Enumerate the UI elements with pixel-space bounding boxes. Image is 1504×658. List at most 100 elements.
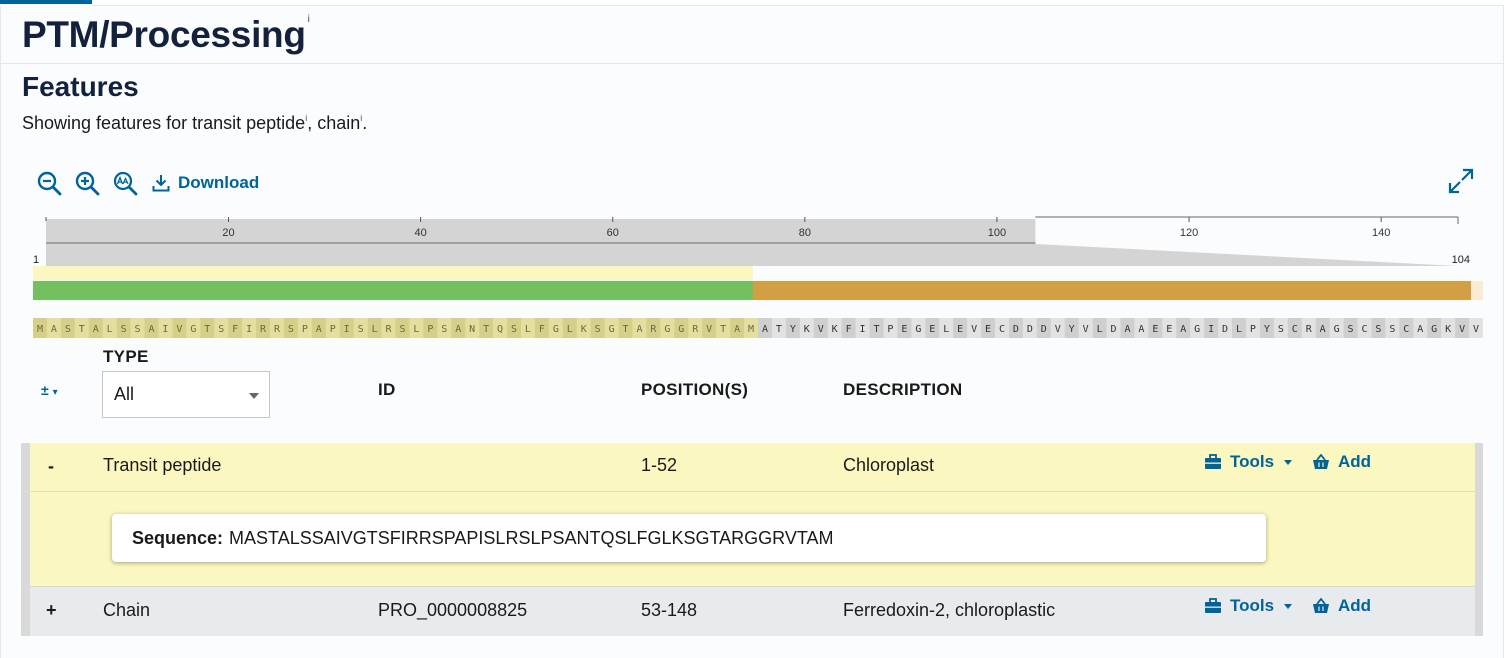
features-summary: Showing features for transit peptidei, c… [22, 113, 367, 134]
residue-letter: A [1320, 324, 1326, 335]
residue-letter: V [1083, 324, 1089, 335]
font-size-icon[interactable] [112, 170, 138, 196]
basket-icon [1313, 598, 1329, 613]
info-icon[interactable]: i [308, 14, 310, 25]
residue-letter: V [971, 324, 977, 335]
residue-letter: A [1124, 324, 1130, 335]
residue-letter: L [525, 324, 531, 335]
residue-letter: V [1473, 324, 1479, 335]
sequence-label: Sequence: [132, 527, 224, 548]
navigator-tick-label: 140 [1372, 227, 1390, 239]
residue-letter: A [636, 324, 642, 335]
residue-letter: C [1292, 324, 1298, 335]
section-title: PTM/Processing i [22, 14, 310, 56]
fullscreen-icon[interactable] [1448, 168, 1474, 194]
tools-dropdown[interactable]: Tools [1204, 596, 1293, 616]
residue-letter: V [818, 324, 824, 335]
residue-letter: A [762, 324, 768, 335]
table-row[interactable]: - Transit peptide 1-52 Chloroplast Tools… [21, 443, 1483, 491]
residue-letter: L [567, 324, 573, 335]
summary-suffix: . [362, 113, 368, 133]
add-to-basket-button[interactable]: Add [1312, 596, 1371, 616]
type-filter-select[interactable]: All [102, 371, 270, 418]
residue-letter: V [1459, 324, 1465, 335]
residue-letter: A [316, 324, 322, 335]
residue-letter: P [302, 324, 308, 335]
residue-letter: A [1180, 324, 1186, 335]
table-row[interactable]: + Chain PRO_0000008825 53-148 Ferredoxin… [21, 586, 1483, 636]
residue-letter: I [344, 324, 350, 335]
residue-letter: G [1194, 324, 1200, 335]
download-label: Download [178, 173, 260, 192]
download-icon [152, 175, 170, 192]
features-title: Features [22, 71, 139, 102]
summary-transit-peptide: transit peptide [192, 113, 306, 133]
row-expanded-details: Sequence: MASTALSSAIVGTSFIRRSPAPISLRSLPS… [21, 491, 1483, 586]
row-type: Transit peptide [103, 455, 222, 475]
residue-letter: Q [497, 324, 503, 335]
residue-letter: K [832, 324, 838, 335]
chain-track[interactable] [753, 281, 1471, 300]
residue-letter: T [873, 324, 879, 335]
toolbox-icon [1205, 454, 1221, 469]
residue-letter: I [246, 324, 252, 335]
residue-letter: T [720, 324, 726, 335]
zoom-out-icon[interactable] [36, 170, 62, 196]
residue-letter: V [706, 324, 712, 335]
residue-letter: Y [790, 324, 796, 335]
sequence-residues: MASTALSSAIVGTSFIRRSPAPISLRSLPSANTQSLFGLK… [33, 318, 1483, 338]
download-button[interactable]: Download [152, 173, 259, 193]
residue-letter: R [274, 324, 281, 335]
residue-letter: E [929, 324, 935, 335]
residue-letter: S [511, 324, 517, 335]
residue-letter: P [887, 324, 893, 335]
residue-letter: L [943, 324, 949, 335]
residue-letter: A [1138, 324, 1144, 335]
residue-letter: S [1348, 324, 1354, 335]
residue-letter: E [957, 324, 963, 335]
residue-letter: L [1097, 324, 1103, 335]
zoom-in-icon[interactable] [74, 170, 100, 196]
residue-letter: L [1236, 324, 1242, 335]
residue-letter: T [79, 324, 85, 335]
residue-letter: A [1417, 324, 1423, 335]
section-divider [1, 63, 1503, 64]
navigator-range-end: 104 [1452, 254, 1470, 266]
chevron-down-icon [1284, 603, 1293, 609]
sequence-navigator[interactable]: 20 40 60 80 100 120 140 1 104 [33, 216, 1483, 266]
residue-letter: V [176, 324, 182, 335]
residue-letter: S [65, 324, 71, 335]
residue-letter: T [776, 324, 782, 335]
residue-letter: T [204, 324, 210, 335]
residue-letter: I [1208, 324, 1214, 335]
residue-letter: D [1027, 324, 1033, 335]
row-collapse-toggle[interactable]: - [48, 456, 54, 477]
residue-letter: C [999, 324, 1005, 335]
residue-letter: G [664, 324, 670, 335]
residue-letter: T [483, 324, 489, 335]
navigator-tick-label: 120 [1180, 227, 1198, 239]
residue-letter: L [107, 324, 113, 335]
expand-all-toggle[interactable]: ± ▾ [41, 382, 58, 398]
navigator-tick-label: 20 [222, 227, 234, 239]
row-expand-toggle[interactable]: + [46, 600, 57, 621]
summary-prefix: Showing features for [22, 113, 193, 133]
add-to-basket-button[interactable]: Add [1312, 452, 1371, 472]
residue-letter: L [372, 324, 378, 335]
residue-letter: G [915, 324, 921, 335]
residue-letter: E [1152, 324, 1158, 335]
row-description: Ferredoxin-2, chloroplastic [843, 600, 1056, 620]
toolbox-icon [1205, 598, 1221, 613]
navigator-tick-label: 60 [607, 227, 619, 239]
sequence-value: MASTALSSAIVGTSFIRRSPAPISLRSLPSANTQSLFGLK… [229, 527, 834, 548]
header-positions: POSITION(S) [641, 380, 749, 399]
residue-letter: I [162, 324, 168, 335]
transit-peptide-track[interactable] [33, 281, 753, 300]
add-label: Add [1338, 452, 1372, 471]
sequence-card: Sequence: MASTALSSAIVGTSFIRRSPAPISLRSLPS… [112, 514, 1266, 562]
row-description: Chloroplast [843, 455, 935, 475]
tools-label: Tools [1230, 452, 1275, 471]
residue-letter: G [609, 324, 615, 335]
residue-letter: M [748, 324, 754, 335]
tools-dropdown[interactable]: Tools [1204, 452, 1293, 472]
